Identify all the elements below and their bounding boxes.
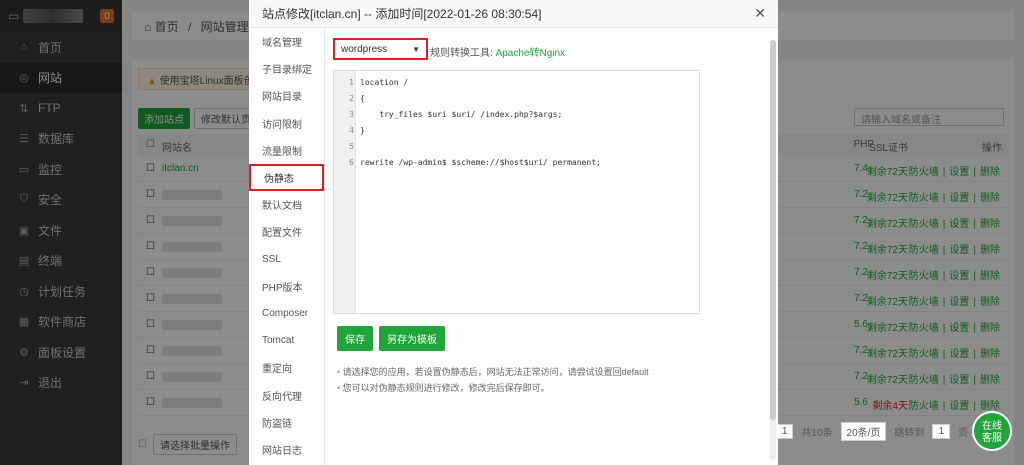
tab-item[interactable]: Composer [249,300,324,327]
tab-item[interactable]: 反向代理 [249,381,324,408]
line-number: 6 [349,158,354,167]
code-text: } [360,126,365,135]
rewrite-content: wordpress ▼ 规则转换工具: Apache转Nginx 1 locati… [333,38,766,465]
pager-total: 共10条 [801,428,833,439]
scrollbar-thumb[interactable] [770,40,776,420]
help-notes: 请选择您的应用，若设置伪静态后，网站无法正常访问，请尝试设置回default 您… [337,364,649,396]
code-text: rewrite /wp-admin$ $scheme://$host$uri/ … [360,158,601,167]
code-text: try_files $uri $uri/ /index.php?$args; [360,110,563,119]
pagination: 1 共10条 20条/页 跳转到 1 页 [775,422,968,441]
tab-item[interactable]: 重定向 [249,354,324,381]
line-number: 4 [349,126,354,135]
modal-scrollbar[interactable] [770,40,776,460]
note-item: 您可以对伪静态规则进行修改，修改完后保存即可。 [337,380,649,396]
code-line: 3 try_files $uri $uri/ /index.php?$args; [334,107,699,123]
line-number: 3 [349,110,354,119]
tab-item[interactable]: 网站日志 [249,436,324,463]
rule-convert-tool: 规则转换工具: Apache转Nginx [430,48,566,59]
apache-to-nginx-link[interactable]: Apache转Nginx [496,48,565,59]
code-text: location / [360,78,409,87]
rewrite-template-select[interactable]: wordpress ▼ [333,38,428,60]
tab-item[interactable]: 网站目录 [249,82,324,109]
site-edit-modal: 站点修改[itclan.cn] -- 添加时间[2022-01-26 08:30… [249,0,778,465]
tab-item[interactable]: Tomcat [249,327,324,354]
tab-item[interactable]: 子目录绑定 [249,55,324,82]
code-line: 4} [334,123,699,139]
save-button[interactable]: 保存 [337,326,373,351]
code-line: 1 location / [334,75,699,91]
tab-item[interactable]: 防盗链 [249,409,324,436]
tab-item[interactable]: 流量限制 [249,137,324,164]
tab-item[interactable]: 伪静态 [249,163,324,192]
tab-item[interactable]: SSL [249,246,324,273]
close-icon[interactable]: ✕ [754,5,766,22]
pager-goto-label: 跳转到 [894,428,925,439]
line-number: 5 [349,142,354,151]
page-current[interactable]: 1 [775,424,794,439]
code-line: 5 [334,139,699,155]
line-number: 1 [349,78,354,87]
tab-item[interactable]: 默认文档 [249,191,324,218]
online-service-button[interactable]: 在线 客服 [972,411,1012,451]
code-line: 2{ [334,91,699,107]
tab-item[interactable]: 域名管理 [249,28,324,55]
line-number: 2 [349,94,354,103]
save-as-template-button[interactable]: 另存为模板 [379,326,445,351]
tab-item[interactable]: 访问限制 [249,110,324,137]
tab-item[interactable]: PHP版本 [249,273,324,300]
pager-unit: 页 [958,428,968,439]
rewrite-code-editor[interactable]: 1 location /2{3 try_files $uri $uri/ /ind… [333,70,700,314]
modal-tabs: 域名管理 子目录绑定 网站目录 访问限制 流量限制 伪静态 默认文档 配置文件 SSL PHP版本… [249,28,325,465]
page-goto-input[interactable]: 1 [932,424,950,439]
tab-item[interactable]: 配置文件 [249,218,324,245]
code-line: 6 rewrite /wp-admin$ $scheme://$host$uri/… [334,155,699,171]
page-size-select[interactable]: 20条/页 [840,422,887,441]
code-text: { [360,94,365,103]
note-item: 请选择您的应用，若设置伪静态后，网站无法正常访问，请尝试设置回default [337,364,649,380]
modal-title: 站点修改[itclan.cn] -- 添加时间[2022-01-26 08:30… [249,0,778,28]
chevron-down-icon: ▼ [412,44,420,54]
